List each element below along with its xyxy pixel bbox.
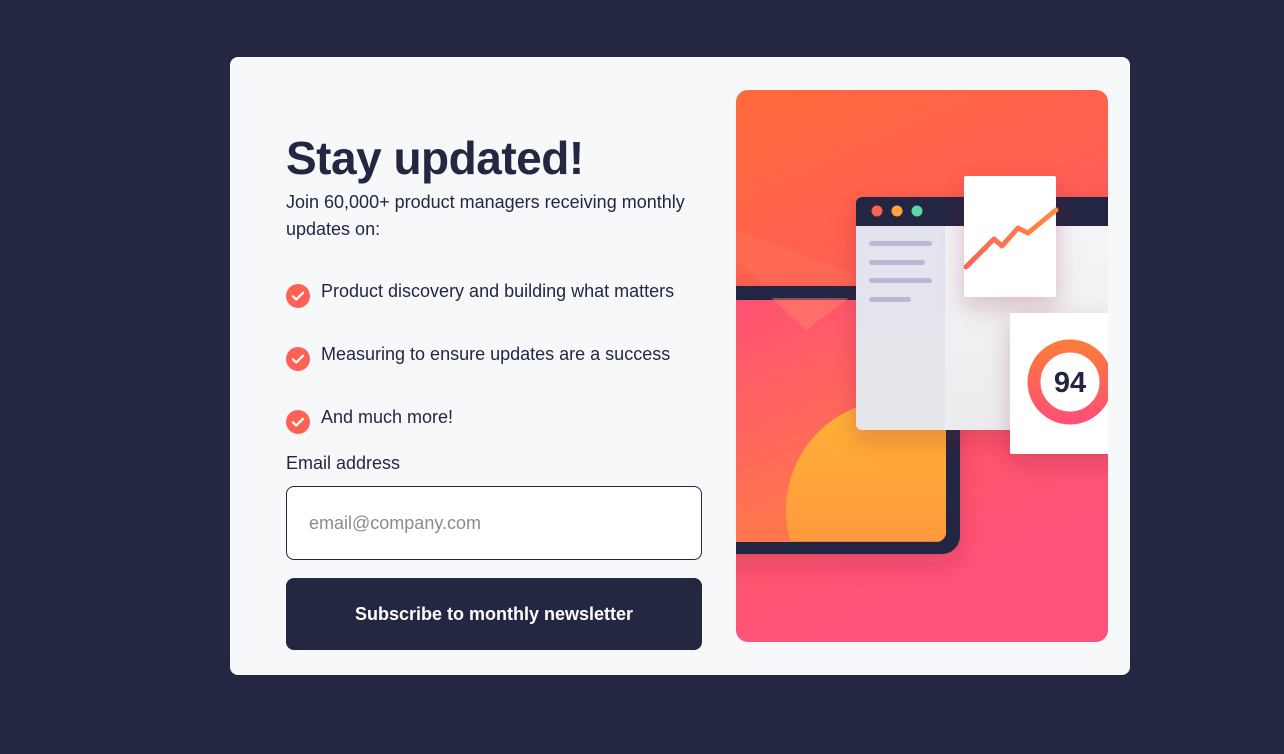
feature-label: Measuring to ensure updates are a succes… bbox=[321, 344, 671, 364]
feature-item: Product discovery and building what matt… bbox=[286, 281, 706, 309]
signup-card: Stay updated! Join 60,000+ product manag… bbox=[230, 57, 1130, 675]
check-icon bbox=[286, 410, 310, 434]
email-field[interactable] bbox=[286, 486, 702, 560]
check-icon bbox=[286, 284, 310, 308]
dashboard-illustration: 94 bbox=[736, 90, 1108, 642]
score-value: 94 bbox=[1054, 367, 1086, 399]
check-icon bbox=[286, 347, 310, 371]
feature-item: Measuring to ensure updates are a succes… bbox=[286, 344, 706, 372]
intro-text: Join 60,000+ product managers receiving … bbox=[286, 192, 685, 239]
email-label: Email address bbox=[286, 453, 401, 473]
page-title: Stay updated! bbox=[286, 132, 584, 184]
feature-item: And much more! bbox=[286, 407, 706, 435]
feature-label: Product discovery and building what matt… bbox=[321, 281, 675, 301]
feature-label: And much more! bbox=[321, 407, 454, 427]
subscribe-button[interactable]: Subscribe to monthly newsletter bbox=[286, 578, 702, 650]
illustration-graphic: 94 bbox=[736, 90, 1108, 642]
